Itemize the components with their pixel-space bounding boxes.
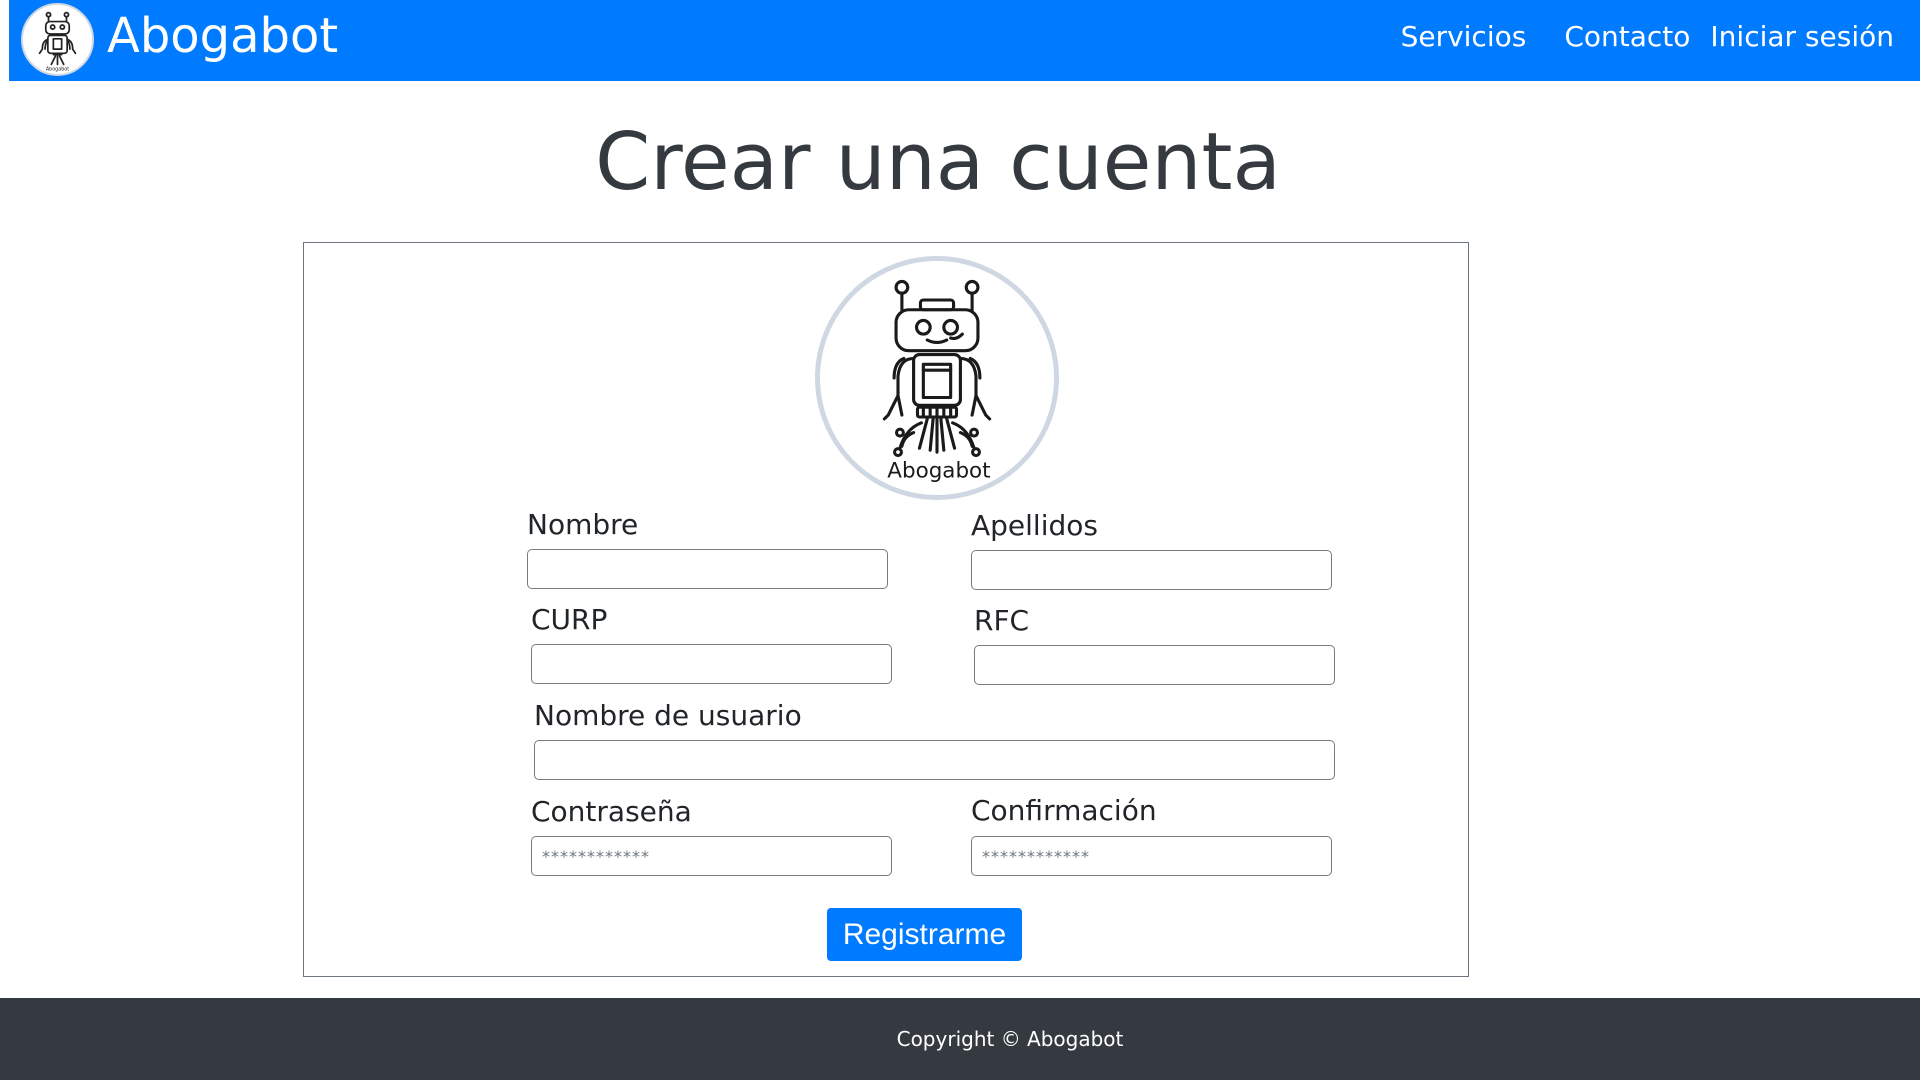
nav-link-iniciar-sesion[interactable]: Iniciar sesión [1710, 20, 1894, 53]
page-title: Crear una cuenta [595, 116, 1281, 208]
contrasena-input[interactable] [531, 836, 892, 876]
usuario-input[interactable] [534, 740, 1335, 780]
robot-form-logo-icon: Abogabot [815, 256, 1059, 500]
page-footer: Copyright © Abogabot [0, 998, 1920, 1080]
curp-label: CURP [531, 603, 608, 636]
top-navbar: Abogabot Abogabot Servicios Contacto Ini… [9, 0, 1920, 81]
nav-links: Servicios Contacto Iniciar sesión [1401, 0, 1894, 72]
nav-link-contacto[interactable]: Contacto [1564, 20, 1690, 53]
apellidos-input[interactable] [971, 550, 1332, 590]
curp-input[interactable] [531, 644, 892, 684]
usuario-label: Nombre de usuario [534, 699, 802, 732]
footer-copyright: Copyright © Abogabot [896, 1027, 1124, 1051]
apellidos-label: Apellidos [971, 509, 1098, 542]
confirmacion-label: Confirmación [971, 794, 1157, 827]
nav-link-servicios[interactable]: Servicios [1401, 20, 1527, 53]
brand-name[interactable]: Abogabot [107, 4, 338, 68]
contrasena-label: Contraseña [531, 795, 692, 828]
confirmacion-input[interactable] [971, 836, 1332, 876]
rfc-input[interactable] [974, 645, 1335, 685]
robot-logo-graphic: Abogabot [38, 11, 77, 73]
nombre-input[interactable] [527, 549, 888, 589]
brand-logo-text: Abogabot [46, 67, 69, 73]
robot-form-logo-graphic: Abogabot [882, 279, 992, 483]
form-logo-text: Abogabot [887, 458, 990, 483]
registration-form-card: Abogabot Nombre Apellidos CURP RFC Nombr… [303, 242, 1469, 977]
registrarme-button[interactable]: Registrarme [827, 908, 1022, 961]
nombre-label: Nombre [527, 508, 639, 541]
rfc-label: RFC [974, 604, 1030, 637]
robot-logo-icon[interactable]: Abogabot [21, 3, 94, 76]
